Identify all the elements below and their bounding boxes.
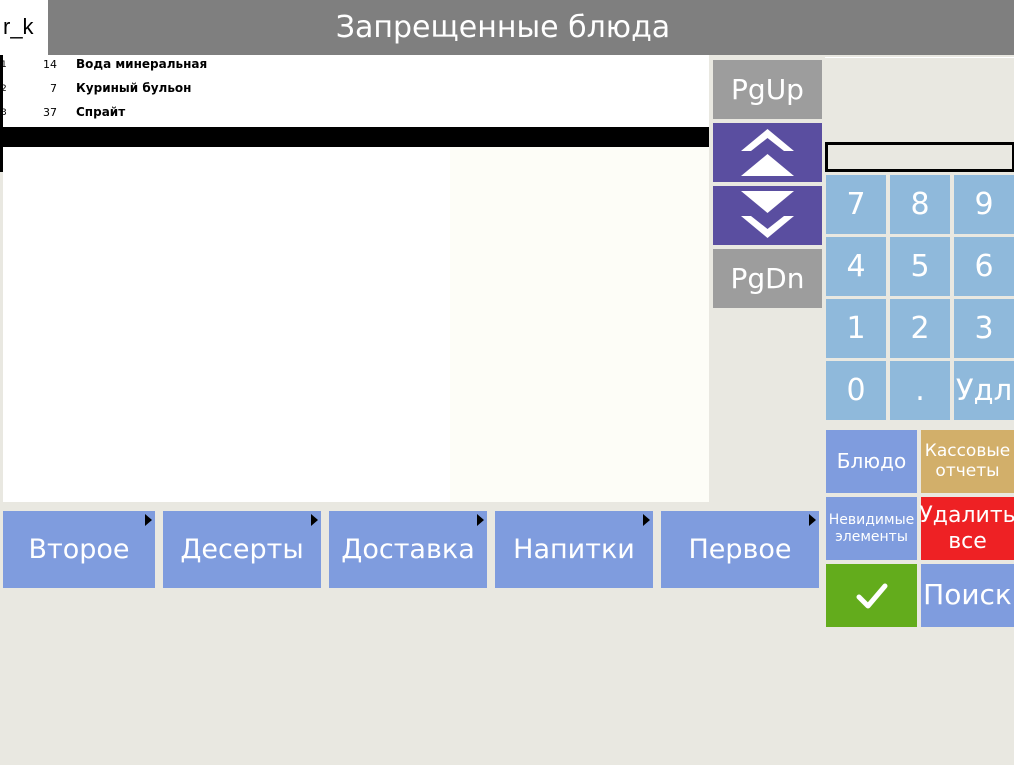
dish-label: Блюдо — [836, 449, 907, 473]
double-chevron-up-icon — [741, 129, 794, 176]
row-index: 2 — [1, 84, 7, 94]
row-index: 1 — [1, 60, 7, 70]
page-title: Запрещенные блюда — [335, 10, 671, 45]
key-7[interactable]: 7 — [826, 175, 886, 234]
submenu-arrow-icon — [643, 514, 650, 526]
logo: r_k — [0, 0, 48, 55]
invisible-elements-label: Невидимые элементы — [828, 512, 915, 545]
row-quantity: 7 — [50, 82, 57, 95]
logo-text: r_k — [3, 14, 34, 39]
confirm-button[interactable] — [826, 564, 917, 627]
category-napitki-button[interactable]: Напитки — [495, 511, 653, 588]
key-1[interactable]: 1 — [826, 299, 886, 358]
scroll-up-button[interactable] — [713, 123, 822, 182]
key-4[interactable]: 4 — [826, 237, 886, 296]
key-8[interactable]: 8 — [890, 175, 950, 234]
submenu-arrow-icon — [809, 514, 816, 526]
cash-reports-button[interactable]: Кассовые отчеты — [921, 430, 1014, 493]
invisible-elements-button[interactable]: Невидимые элементы — [826, 497, 917, 560]
category-vtoroe-button[interactable]: Второе — [3, 511, 155, 588]
list-item[interactable]: 3 37 Спрайт — [1, 103, 709, 127]
category-pervoe-button[interactable]: Первое — [661, 511, 819, 588]
row-name: Вода минеральная — [76, 57, 208, 71]
key-2[interactable]: 2 — [890, 299, 950, 358]
page-up-button[interactable]: PgUp — [713, 60, 822, 119]
list-item[interactable]: 1 14 Вода минеральная — [1, 55, 709, 79]
row-name: Спрайт — [76, 105, 126, 119]
cash-reports-label: Кассовые отчеты — [924, 440, 1011, 481]
item-list[interactable]: 1 14 Вода минеральная 2 7 Куриный бульон… — [1, 55, 709, 502]
category-dostavka-button[interactable]: Доставка — [329, 511, 487, 588]
numeric-input[interactable] — [825, 142, 1014, 172]
title-bar: Запрещенные блюда r_k — [0, 0, 1014, 55]
category-label: Десерты — [180, 534, 304, 565]
delete-all-label: Удалить все — [919, 503, 1014, 554]
category-deserty-button[interactable]: Десерты — [163, 511, 321, 588]
search-label: Поиск — [923, 578, 1012, 612]
key-dot[interactable]: . — [890, 361, 950, 420]
scroll-down-button[interactable] — [713, 186, 822, 245]
category-label: Первое — [688, 534, 792, 565]
submenu-arrow-icon — [477, 514, 484, 526]
display-panel — [825, 57, 1014, 141]
list-item[interactable]: 2 7 Куриный бульон — [1, 79, 709, 103]
delete-all-button[interactable]: Удалить все — [919, 497, 1014, 560]
category-label: Напитки — [513, 534, 635, 565]
row-quantity: 37 — [43, 106, 57, 119]
dish-button[interactable]: Блюдо — [826, 430, 917, 493]
key-delete[interactable]: Удл — [954, 361, 1014, 420]
selected-row[interactable] — [3, 127, 709, 147]
category-label: Доставка — [341, 534, 475, 565]
page-down-button[interactable]: PgDn — [713, 249, 822, 308]
search-button[interactable]: Поиск — [921, 564, 1014, 627]
row-index: 3 — [1, 108, 7, 118]
category-label: Второе — [28, 534, 130, 565]
double-chevron-down-icon — [741, 191, 794, 238]
row-quantity: 14 — [43, 58, 57, 71]
key-0[interactable]: 0 — [826, 361, 886, 420]
key-9[interactable]: 9 — [954, 175, 1014, 234]
submenu-arrow-icon — [311, 514, 318, 526]
key-3[interactable]: 3 — [954, 299, 1014, 358]
row-name: Куриный бульон — [76, 81, 192, 95]
submenu-arrow-icon — [145, 514, 152, 526]
key-5[interactable]: 5 — [890, 237, 950, 296]
checkmark-icon — [856, 583, 887, 608]
key-6[interactable]: 6 — [954, 237, 1014, 296]
